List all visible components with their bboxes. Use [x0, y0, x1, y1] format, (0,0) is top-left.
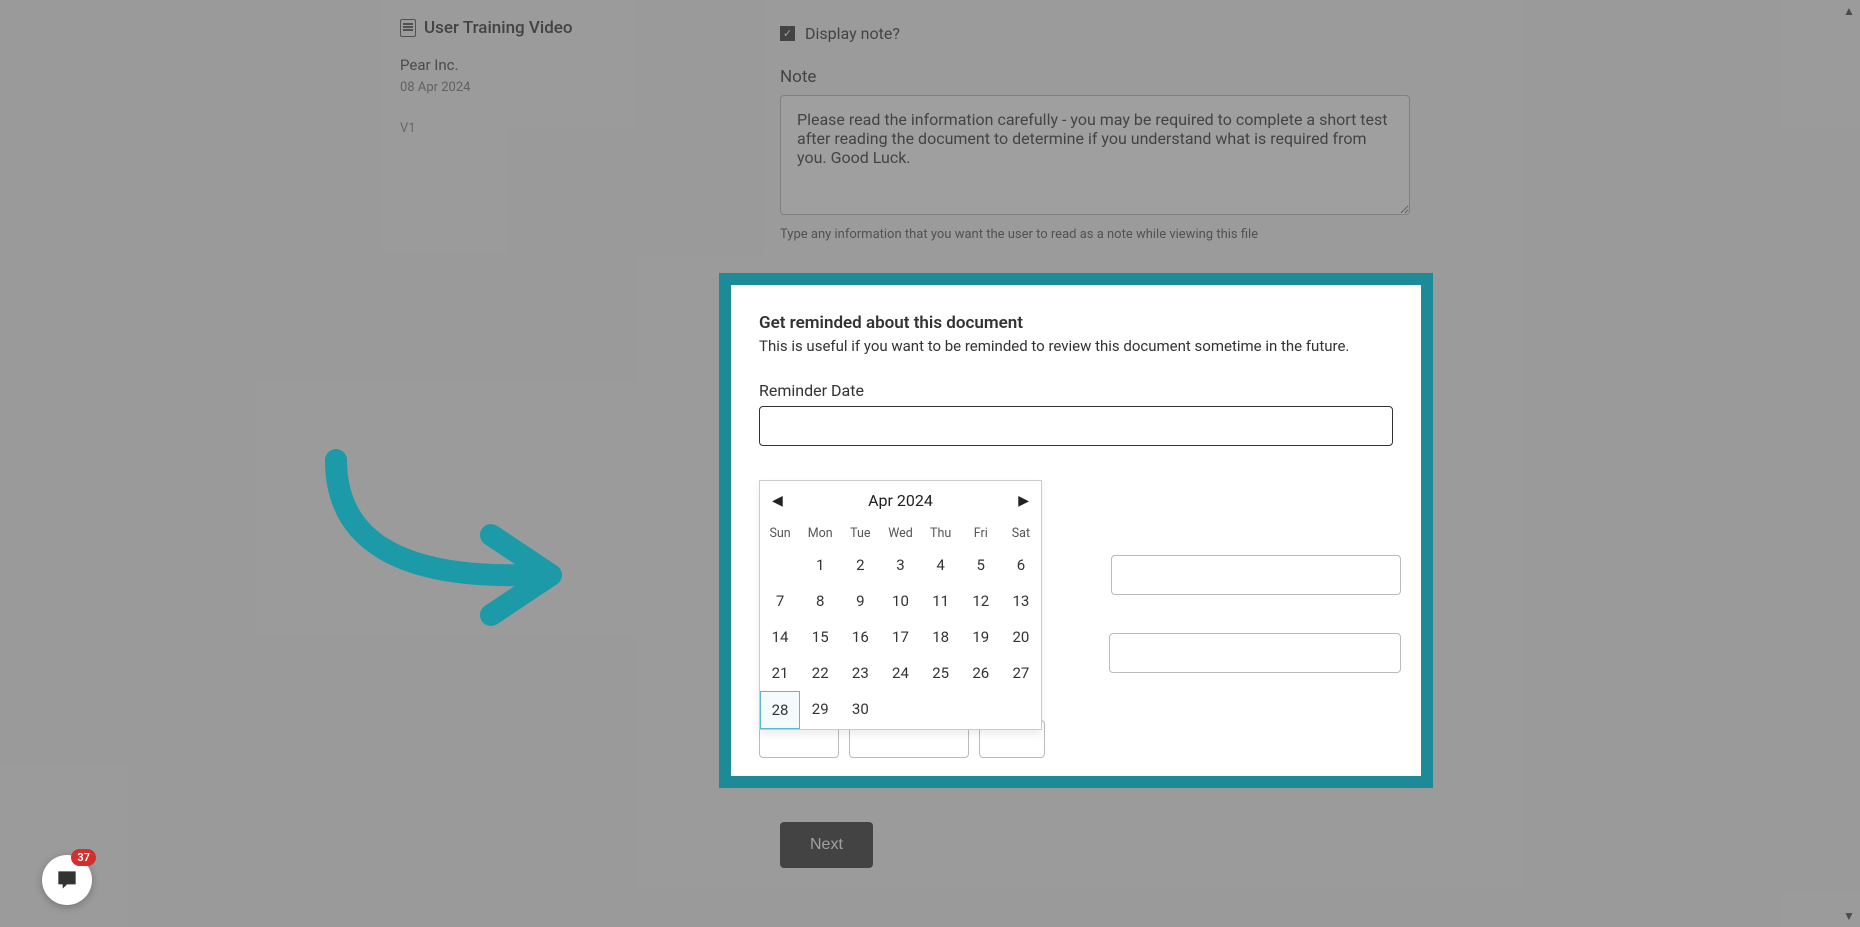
datepicker-prev[interactable]: ◀: [772, 493, 783, 509]
datepicker-day[interactable]: 14: [760, 619, 800, 655]
datepicker-day[interactable]: 25: [921, 655, 961, 691]
datepicker-dow: Fri: [961, 520, 1001, 547]
display-note-checkbox[interactable]: ✓: [780, 26, 795, 41]
datepicker-day[interactable]: 16: [840, 619, 880, 655]
chat-icon: [54, 867, 80, 893]
datepicker-dow: Mon: [800, 520, 840, 547]
datepicker-dow: Thu: [921, 520, 961, 547]
datepicker-day[interactable]: 19: [961, 619, 1001, 655]
datepicker-day[interactable]: 4: [921, 547, 961, 583]
note-textarea[interactable]: [780, 95, 1410, 215]
datepicker-day[interactable]: 9: [840, 583, 880, 619]
reminder-date-input[interactable]: [759, 406, 1393, 446]
reminder-date-label: Reminder Date: [759, 381, 1393, 400]
datepicker-day[interactable]: 30: [840, 691, 880, 729]
datepicker-day[interactable]: 26: [961, 655, 1001, 691]
reminder-panel: Get reminded about this document This is…: [731, 285, 1421, 776]
datepicker-day[interactable]: 21: [760, 655, 800, 691]
document-icon: [400, 19, 416, 37]
document-version: V1: [400, 121, 700, 136]
datepicker-day[interactable]: 24: [880, 655, 920, 691]
chat-badge: 37: [71, 849, 96, 866]
datepicker-dow: Wed: [880, 520, 920, 547]
datepicker-day[interactable]: 5: [961, 547, 1001, 583]
document-header: User Training Video: [400, 18, 700, 38]
datepicker-day[interactable]: 7: [760, 583, 800, 619]
datepicker-month: Apr 2024: [868, 491, 933, 510]
scroll-up-arrow[interactable]: ▲: [1842, 4, 1856, 18]
datepicker-day[interactable]: 28: [760, 691, 800, 729]
datepicker-day[interactable]: 11: [921, 583, 961, 619]
datepicker-dow: Tue: [840, 520, 880, 547]
document-date: 08 Apr 2024: [400, 80, 700, 95]
hidden-input-2[interactable]: [1109, 633, 1401, 673]
datepicker-day[interactable]: 2: [840, 547, 880, 583]
datepicker-day[interactable]: 27: [1001, 655, 1041, 691]
datepicker-day[interactable]: 18: [921, 619, 961, 655]
next-button[interactable]: Next: [780, 822, 873, 868]
note-label: Note: [780, 67, 1760, 87]
reminder-title: Get reminded about this document: [759, 313, 1393, 333]
reminder-subtitle: This is useful if you want to be reminde…: [759, 337, 1393, 355]
document-title: User Training Video: [424, 18, 573, 38]
datepicker-empty: [760, 547, 800, 583]
datepicker-dow: Sat: [1001, 520, 1041, 547]
datepicker-day[interactable]: 29: [800, 691, 840, 729]
datepicker-day[interactable]: 22: [800, 655, 840, 691]
display-note-label: Display note?: [805, 24, 900, 43]
hidden-input-1[interactable]: [1111, 555, 1401, 595]
datepicker-dow: Sun: [760, 520, 800, 547]
datepicker-day[interactable]: 3: [880, 547, 920, 583]
datepicker-day[interactable]: 13: [1001, 583, 1041, 619]
datepicker-day[interactable]: 15: [800, 619, 840, 655]
datepicker-day[interactable]: 8: [800, 583, 840, 619]
chat-widget[interactable]: 37: [42, 855, 92, 905]
datepicker-day[interactable]: 23: [840, 655, 880, 691]
datepicker: ◀ Apr 2024 ▶ SunMonTueWedThuFriSat 12345…: [759, 480, 1042, 730]
datepicker-day[interactable]: 12: [961, 583, 1001, 619]
datepicker-day[interactable]: 20: [1001, 619, 1041, 655]
scroll-down-arrow[interactable]: ▼: [1842, 909, 1856, 923]
datepicker-day[interactable]: 1: [800, 547, 840, 583]
datepicker-day[interactable]: 10: [880, 583, 920, 619]
datepicker-day[interactable]: 17: [880, 619, 920, 655]
company-name: Pear Inc.: [400, 56, 700, 74]
note-help-text: Type any information that you want the u…: [780, 227, 1760, 242]
datepicker-next[interactable]: ▶: [1018, 493, 1029, 509]
datepicker-day[interactable]: 6: [1001, 547, 1041, 583]
